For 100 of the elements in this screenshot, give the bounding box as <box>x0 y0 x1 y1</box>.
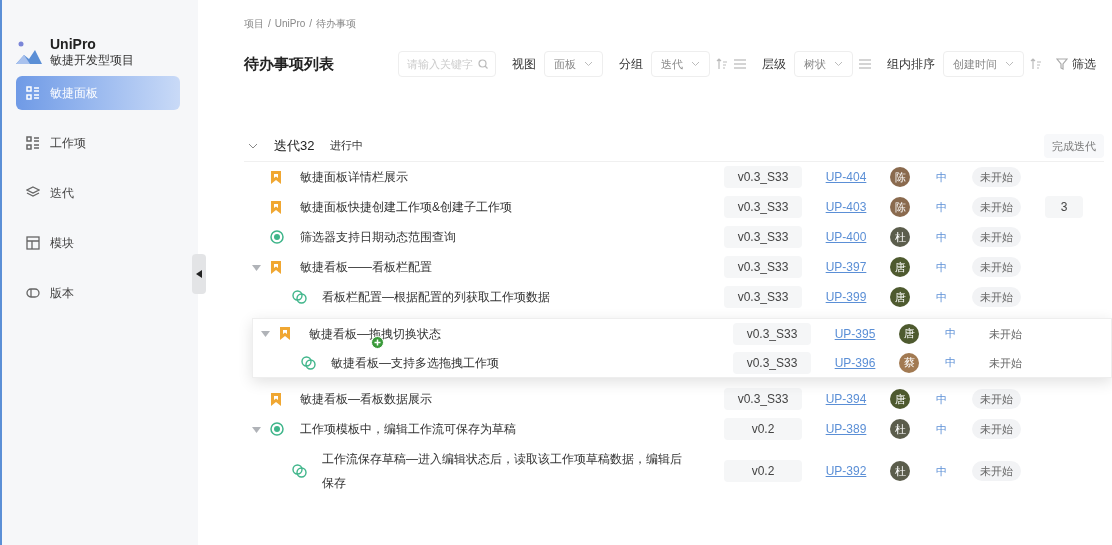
item-title[interactable]: 敏捷看板—拖拽切换状态 <box>309 321 669 346</box>
item-title[interactable]: 看板栏配置—根据配置的列获取工作项数据 <box>322 285 682 309</box>
nav-item[interactable]: 工作项 <box>16 126 180 160</box>
layout-icon <box>26 236 40 250</box>
bookmark-icon <box>270 260 282 274</box>
item-id-link[interactable]: UP-403 <box>806 198 886 216</box>
item-id-link[interactable]: UP-396 <box>815 353 895 372</box>
version-label: v0.3_S33 <box>724 226 802 248</box>
sort-icon[interactable] <box>1030 58 1042 70</box>
page-title: 待办事项列表 <box>244 53 335 74</box>
owner-avatar: 陈 <box>890 167 910 187</box>
chevron-icon[interactable] <box>248 142 258 149</box>
status-tag: 未开始 <box>972 461 1021 481</box>
chevron-down-icon <box>691 61 700 67</box>
item-id-link[interactable]: UP-394 <box>806 390 886 408</box>
dropdown[interactable]: 树状 <box>794 51 853 77</box>
nav-item[interactable]: 迭代 <box>16 176 180 210</box>
owner-avatar: 杜 <box>890 461 910 481</box>
status-tag: 未开始 <box>972 389 1021 409</box>
nav-item[interactable]: 模块 <box>16 226 180 260</box>
priority-label: 中 <box>934 229 948 245</box>
owner-avatar: 唐 <box>890 389 910 409</box>
bookmark-icon <box>270 200 282 214</box>
status-tag: 未开始 <box>972 257 1021 277</box>
mountain-logo-icon <box>16 40 42 64</box>
collapse-sidebar-button[interactable] <box>192 254 206 294</box>
linked-circles-icon <box>301 355 316 370</box>
item-title[interactable]: 工作流保存草稿—进入编辑状态后，读取该工作项草稿数据，编辑后保存 <box>322 447 682 495</box>
item-title[interactable]: 敏捷看板——看板栏配置 <box>300 255 660 279</box>
nav-item[interactable]: 敏捷面板 <box>16 76 180 110</box>
item-title[interactable]: 工作项模板中，编辑工作流可保存为草稿 <box>300 417 660 441</box>
bookmark-icon <box>270 392 282 406</box>
toolbar-label: 视图 <box>512 56 536 73</box>
dropdown[interactable]: 面板 <box>544 51 603 77</box>
breadcrumb-separator: / <box>309 16 313 31</box>
breadcrumb-item[interactable]: 项目 <box>244 15 264 31</box>
item-id-link[interactable]: UP-404 <box>806 168 886 186</box>
breadcrumb-separator: / <box>268 16 271 31</box>
caret-icon[interactable] <box>252 262 261 272</box>
version-label: v0.3_S33 <box>724 256 802 278</box>
item-title[interactable]: 筛选器支持日期动态范围查询 <box>300 225 660 249</box>
owner-avatar: 唐 <box>899 323 919 344</box>
item-id-link[interactable]: UP-389 <box>806 420 886 438</box>
target-icon <box>270 230 284 244</box>
item-id-link[interactable]: UP-395 <box>815 324 895 343</box>
drag-preview[interactable]: 敏捷看板—拖拽切换状态 v0.3_S33 UP-395 唐 中 未开始 敏捷看板—支持多选拖拽工作项 v0.3_S33 UP-396 蔡 中 未开始 <box>252 318 1112 378</box>
item-title[interactable]: 敏捷面板快捷创建工作项&创建子工作项 <box>300 195 660 219</box>
status-tag: 未开始 <box>981 352 1030 373</box>
item-title[interactable]: 敏捷看板—支持多选拖拽工作项 <box>331 350 691 375</box>
caret-icon[interactable] <box>261 329 270 338</box>
app-subtitle: 敏捷开发型项目 <box>50 52 134 68</box>
group-status: 进行中 <box>330 138 364 154</box>
linked-circles-icon <box>292 290 307 304</box>
toolbar-label: 分组 <box>619 56 643 73</box>
item-id-link[interactable]: UP-400 <box>806 228 886 246</box>
menu-icon[interactable] <box>859 59 871 69</box>
version-label: v0.3_S33 <box>733 322 811 345</box>
item-title[interactable]: 敏捷面板详情栏展示 <box>300 165 660 189</box>
owner-avatar: 陈 <box>890 197 910 217</box>
tag-icon <box>26 286 40 300</box>
chevron-down-icon <box>584 61 593 67</box>
version-label: v0.2 <box>724 418 802 440</box>
caret-icon[interactable] <box>252 424 261 434</box>
version-label: v0.3_S33 <box>724 166 802 188</box>
item-id-link[interactable]: UP-399 <box>806 288 886 306</box>
status-tag: 未开始 <box>972 167 1021 187</box>
item-title[interactable]: 敏捷看板—看板数据展示 <box>300 387 660 411</box>
complete-iteration-button[interactable]: 完成迭代 <box>1044 133 1104 158</box>
status-tag: 未开始 <box>972 197 1021 217</box>
group-title: 迭代32 <box>274 136 315 155</box>
priority-label: 中 <box>934 421 948 437</box>
item-id-link[interactable]: UP-392 <box>806 462 886 480</box>
item-id-link[interactable]: UP-397 <box>806 258 886 276</box>
filter-button[interactable]: 筛选 <box>1056 55 1096 73</box>
breadcrumb-item[interactable]: 待办事项 <box>316 15 357 31</box>
menu-icon[interactable] <box>734 59 746 69</box>
priority-label: 中 <box>934 199 948 215</box>
nav-item[interactable]: 版本 <box>16 276 180 310</box>
priority-label: 中 <box>943 326 957 342</box>
sort-icon[interactable] <box>716 58 728 70</box>
priority-label: 中 <box>934 259 948 275</box>
status-tag: 未开始 <box>972 287 1021 307</box>
status-tag: 未开始 <box>981 323 1030 344</box>
version-label: v0.3_S33 <box>733 351 811 374</box>
priority-label: 中 <box>934 391 948 407</box>
chevron-down-icon <box>834 61 843 67</box>
priority-label: 中 <box>934 169 948 185</box>
dropdown[interactable]: 创建时间 <box>943 51 1024 77</box>
owner-avatar: 杜 <box>890 419 910 439</box>
bookmark-icon <box>270 170 282 184</box>
dropdown[interactable]: 迭代 <box>651 51 710 77</box>
status-tag: 未开始 <box>972 419 1021 439</box>
linked-circles-icon <box>292 464 307 478</box>
version-label: v0.2 <box>724 460 802 482</box>
priority-label: 中 <box>943 355 957 371</box>
status-tag: 未开始 <box>972 227 1021 247</box>
owner-avatar: 唐 <box>890 257 910 277</box>
breadcrumb-item[interactable]: UniPro <box>274 15 306 31</box>
chevron-down-icon <box>1005 61 1014 67</box>
version-label: v0.3_S33 <box>724 196 802 218</box>
